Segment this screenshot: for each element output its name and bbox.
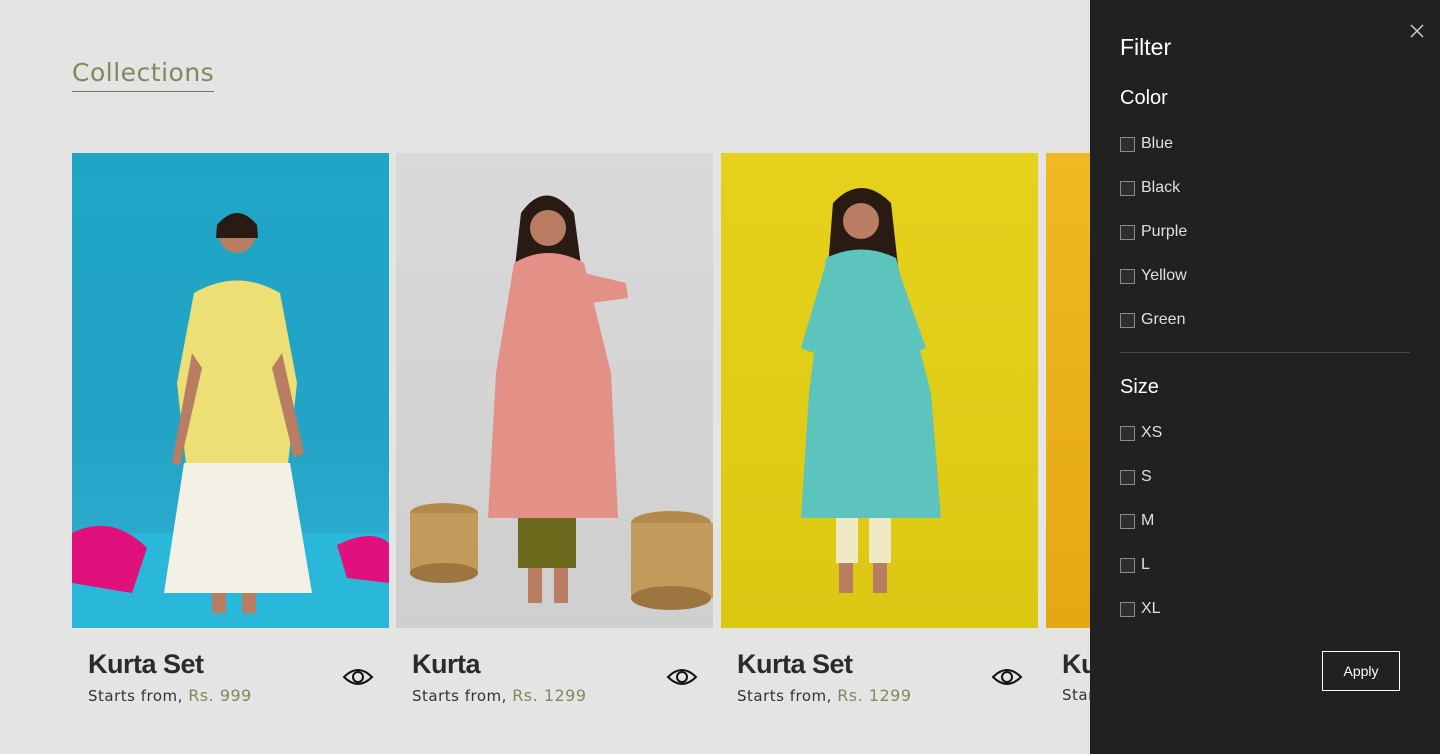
price-prefix: Star xyxy=(1062,686,1090,704)
product-name[interactable]: Kurta Set xyxy=(737,649,853,680)
model-figure-kurta-set-teal xyxy=(801,188,941,593)
product-price-line: Starts from, Rs. 999 xyxy=(88,686,252,705)
size-option-xl[interactable]: XL xyxy=(1120,600,1161,618)
page-title: Collections xyxy=(72,58,215,92)
checkbox[interactable] xyxy=(1120,469,1135,485)
quick-view-button[interactable] xyxy=(989,659,1025,695)
size-heading: Size xyxy=(1120,376,1159,398)
color-option-green[interactable]: Green xyxy=(1120,311,1185,329)
eye-icon xyxy=(342,669,374,685)
size-option-xs[interactable]: XS xyxy=(1120,424,1162,442)
product-name[interactable]: Kurta xyxy=(412,649,481,680)
divider xyxy=(1120,352,1410,353)
product-price-line: Starts from, Rs. 1299 xyxy=(737,686,912,705)
model-figure-kurta-pink xyxy=(410,195,713,610)
filter-title: Filter xyxy=(1120,34,1172,60)
apply-button[interactable]: Apply xyxy=(1322,651,1400,691)
checkbox[interactable] xyxy=(1120,557,1135,573)
eye-icon xyxy=(991,669,1023,685)
checkbox[interactable] xyxy=(1120,312,1135,328)
product-name[interactable]: Kurta Set xyxy=(88,649,204,680)
product-image[interactable] xyxy=(721,153,1038,628)
size-option-m[interactable]: M xyxy=(1120,512,1154,530)
quick-view-button[interactable] xyxy=(340,659,376,695)
product-price-line: Starts from, Rs. 1299 xyxy=(412,686,587,705)
option-label: XS xyxy=(1141,424,1163,441)
option-label: S xyxy=(1141,468,1152,485)
option-label: XL xyxy=(1141,600,1161,617)
checkbox[interactable] xyxy=(1120,513,1135,529)
checkbox[interactable] xyxy=(1120,136,1135,152)
product-image[interactable] xyxy=(72,153,389,628)
color-option-yellow[interactable]: Yellow xyxy=(1120,267,1187,285)
product-price-line: Star xyxy=(1062,686,1090,704)
product-price: Rs. 1299 xyxy=(837,686,912,705)
product-name[interactable]: Ku xyxy=(1062,649,1090,680)
option-label: L xyxy=(1141,556,1150,573)
size-option-l[interactable]: L xyxy=(1120,556,1150,574)
model-figure-kurta-set-yellow xyxy=(72,213,389,628)
checkbox[interactable] xyxy=(1120,268,1135,284)
price-prefix: Starts from, xyxy=(737,687,832,705)
product-card[interactable]: Kurta Set Starts from, Rs. 999 xyxy=(72,153,389,713)
price-prefix: Starts from, xyxy=(412,687,507,705)
checkbox[interactable] xyxy=(1120,601,1135,617)
product-card[interactable]: Kurta Starts from, Rs. 1299 xyxy=(396,153,713,713)
product-price: Rs. 1299 xyxy=(512,686,587,705)
option-label: Black xyxy=(1141,179,1181,196)
size-option-s[interactable]: S xyxy=(1120,468,1152,486)
product-price: Rs. 999 xyxy=(188,686,252,705)
option-label: Blue xyxy=(1141,135,1174,152)
product-image[interactable] xyxy=(1046,153,1090,628)
checkbox[interactable] xyxy=(1120,224,1135,240)
color-option-black[interactable]: Black xyxy=(1120,179,1180,197)
price-prefix: Starts from, xyxy=(88,687,183,705)
filter-panel: Filter Color Blue Black Purple Yellow Gr… xyxy=(1090,0,1440,754)
color-option-blue[interactable]: Blue xyxy=(1120,135,1173,153)
option-label: Yellow xyxy=(1141,267,1187,284)
collections-section: Collections Kurta Set Starts from, Rs. 9… xyxy=(0,0,1090,754)
option-label: M xyxy=(1141,512,1155,529)
option-label: Purple xyxy=(1141,223,1188,240)
option-label: Green xyxy=(1141,311,1186,328)
close-filter-button[interactable] xyxy=(1408,22,1426,40)
product-card[interactable]: Kurta Set Starts from, Rs. 1299 xyxy=(721,153,1038,713)
eye-icon xyxy=(666,669,698,685)
color-option-purple[interactable]: Purple xyxy=(1120,223,1187,241)
close-icon xyxy=(1410,24,1424,38)
checkbox[interactable] xyxy=(1120,425,1135,441)
color-heading: Color xyxy=(1120,87,1168,109)
quick-view-button[interactable] xyxy=(664,659,700,695)
product-card[interactable]: Ku Star xyxy=(1046,153,1090,713)
checkbox[interactable] xyxy=(1120,180,1135,196)
product-image[interactable] xyxy=(396,153,713,628)
